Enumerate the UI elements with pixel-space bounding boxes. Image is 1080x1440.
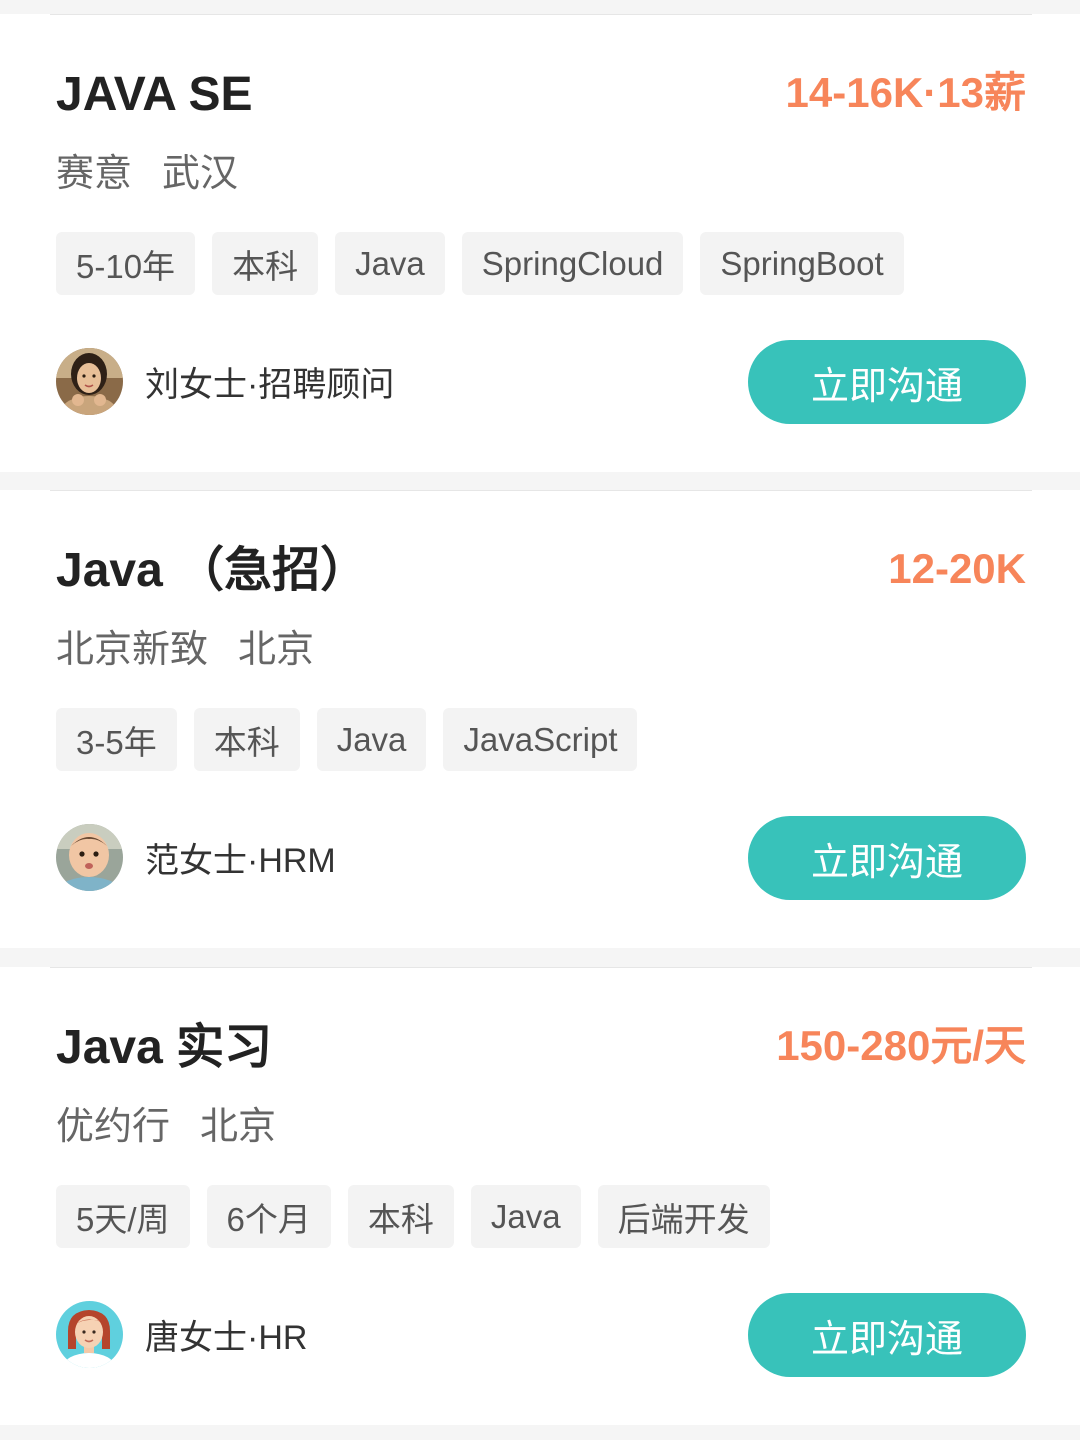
recruiter-name: 唐女士·HR [145,1319,308,1357]
tag: Java [470,1185,581,1248]
recruiter-info: 刘女士·招聘顾问 [56,348,394,415]
tag: 5天/周 [56,1185,190,1248]
divider [50,490,1032,491]
recruiter-avatar [56,348,123,415]
tag: Java [316,708,427,771]
company-name: 优约行 [56,1106,171,1148]
company-location: 赛意 武汉 [56,152,238,198]
tag: 本科 [193,708,300,771]
job-card[interactable]: JAVA SE 14-16K·13薪 赛意 武汉 5-10年 本科 Java Sp… [0,14,1080,472]
divider [50,967,1032,968]
recruiter-name: 范女士·HRM [145,842,336,880]
job-salary: 14-16K·13薪 [785,69,1026,116]
divider [50,14,1032,15]
tag: SpringBoot [700,232,904,295]
recruiter-info: 唐女士·HR [56,1301,307,1368]
tag: 本科 [347,1185,454,1248]
chat-now-button[interactable]: 立即沟通 [748,816,1026,900]
job-city: 北京 [238,629,315,671]
job-card[interactable]: Java 实习 150-280元/天 优约行 北京 5天/周 6个月 本科 Jav… [0,967,1080,1425]
tag: JavaScript [443,708,638,771]
tag-list: 5-10年 本科 Java SpringCloud SpringBoot [56,232,904,295]
tag: 本科 [212,232,319,295]
job-salary: 150-280元/天 [776,1022,1026,1069]
chat-now-button[interactable]: 立即沟通 [748,340,1026,424]
job-city: 武汉 [162,153,239,195]
company-location: 优约行 北京 [56,1105,276,1151]
job-title: Java （急招） [56,544,369,597]
recruiter-avatar [56,824,123,891]
tag-list: 3-5年 本科 Java JavaScript [56,708,638,771]
job-title: JAVA SE [56,68,253,121]
recruiter-name: 刘女士·招聘顾问 [145,366,395,404]
tag: 5-10年 [56,232,196,295]
job-card[interactable]: Java （急招） 12-20K 北京新致 北京 3-5年 本科 Java Jav… [0,490,1080,948]
tag: 3-5年 [56,708,177,771]
recruiter-avatar [56,1301,123,1368]
company-name: 北京新致 [56,629,209,671]
job-title: Java 实习 [56,1021,273,1074]
company-name: 赛意 [56,153,133,195]
tag: SpringCloud [461,232,684,295]
chat-now-button[interactable]: 立即沟通 [748,1293,1026,1377]
tag-list: 5天/周 6个月 本科 Java 后端开发 [56,1185,770,1248]
tag: 后端开发 [597,1185,770,1248]
job-city: 北京 [200,1106,277,1148]
job-salary: 12-20K [888,545,1026,592]
tag: 6个月 [206,1185,331,1248]
tag: Java [335,232,445,295]
company-location: 北京新致 北京 [56,628,314,674]
recruiter-info: 范女士·HRM [56,824,336,891]
